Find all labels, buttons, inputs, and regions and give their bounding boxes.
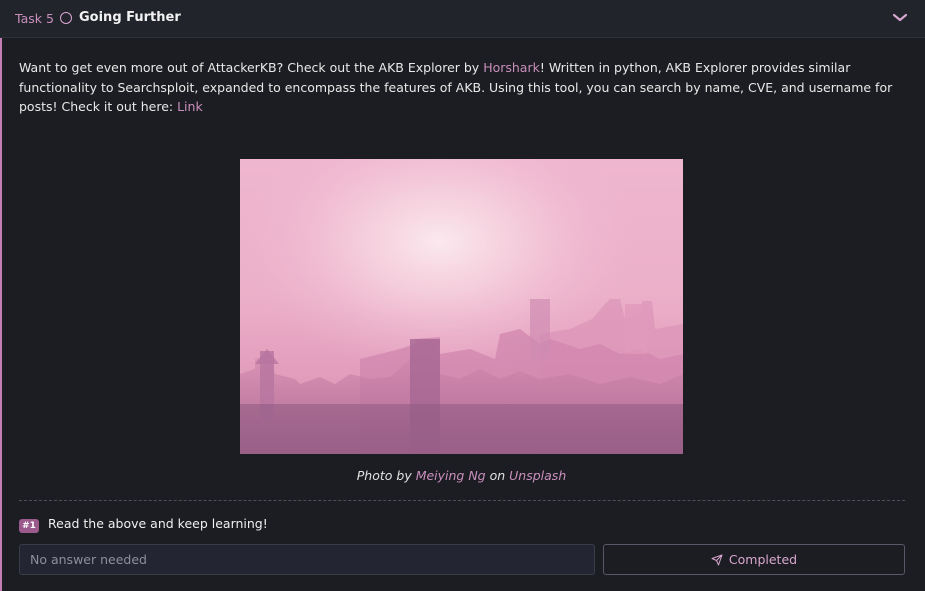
explorer-link[interactable]: Link — [177, 99, 203, 114]
unsplash-link[interactable]: Unsplash — [509, 468, 566, 483]
caption-prefix: Photo by — [356, 468, 416, 483]
task-accent-bar — [0, 38, 2, 591]
photographer-link[interactable]: Meiying Ng — [416, 468, 486, 483]
city-skyline-photo — [240, 159, 683, 454]
chevron-down-icon[interactable] — [890, 7, 910, 27]
answer-field[interactable]: No answer needed — [19, 544, 595, 575]
section-divider — [19, 500, 905, 501]
paper-plane-icon — [711, 554, 723, 565]
completed-button-label: Completed — [728, 552, 798, 567]
caption-mid: on — [485, 468, 510, 483]
task-number: Task 5 — [15, 11, 54, 26]
completed-button[interactable]: Completed — [603, 544, 905, 575]
photo-caption: Photo by Meiying Ng on Unsplash — [240, 468, 683, 483]
question-number-badge: #1 — [19, 519, 39, 533]
task-status-circle-icon — [60, 12, 72, 24]
task-header[interactable]: Task 5 Going Further — [0, 0, 925, 38]
task-title: Going Further — [79, 10, 181, 25]
question-text: Read the above and keep learning! — [48, 516, 268, 531]
author-link[interactable]: Horshark — [483, 60, 540, 75]
description-text-1: Want to get even more out of AttackerKB?… — [19, 60, 484, 75]
task-description: Want to get even more out of AttackerKB?… — [19, 58, 899, 117]
